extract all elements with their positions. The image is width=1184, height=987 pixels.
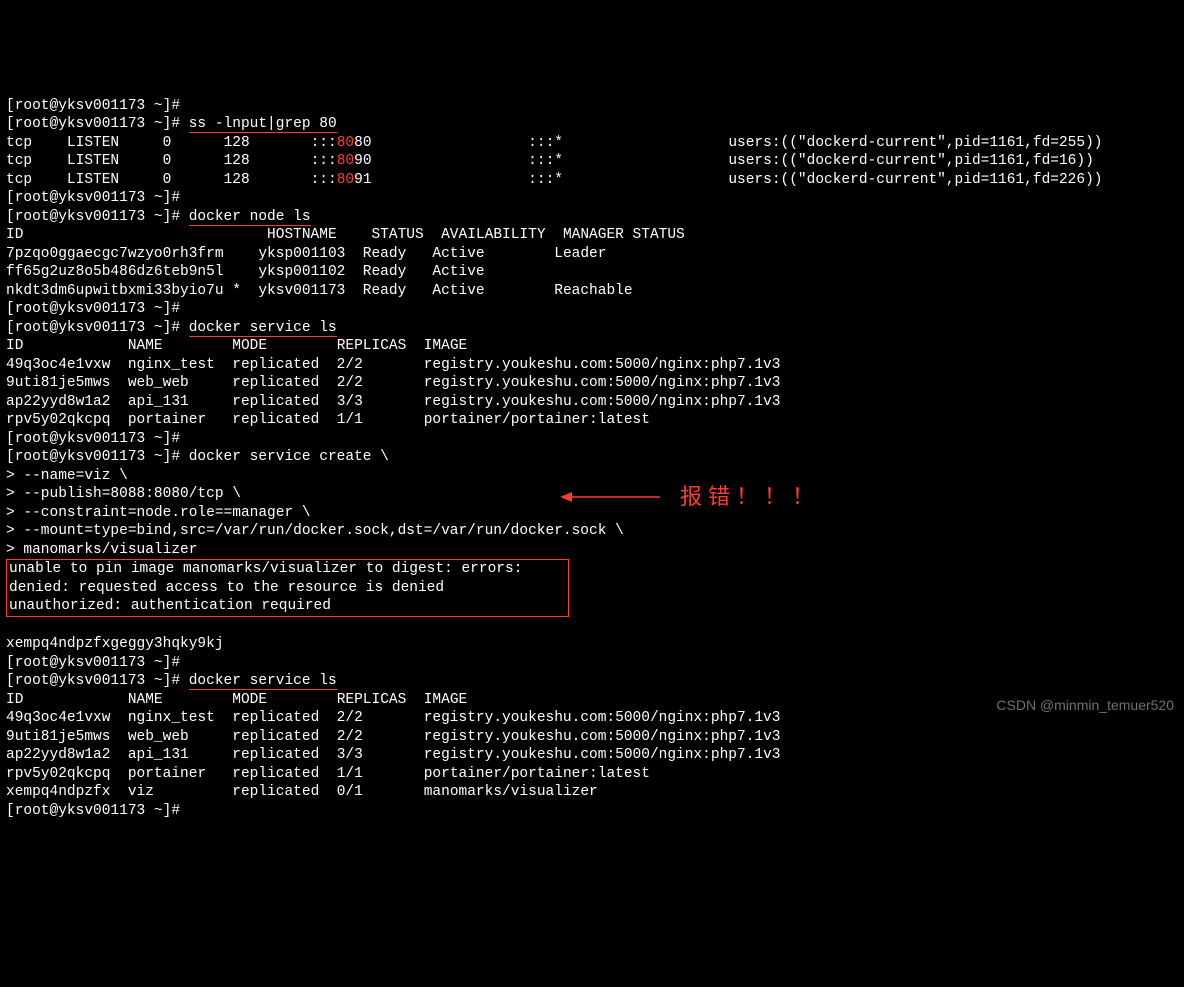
prompt: [root@yksv001173 ~]# — [6, 320, 180, 336]
create-line: > manomarks/visualizer — [6, 542, 197, 558]
svc-row: rpv5y02qkcpq portainer replicated 1/1 po… — [6, 412, 650, 428]
create-line: > --publish=8088:8080/tcp \ — [6, 486, 241, 502]
command-node-ls: docker node ls — [189, 209, 311, 226]
svc-row: ap22yyd8w1a2 api_131 replicated 3/3 regi… — [6, 747, 780, 763]
node-row: ff65g2uz8o5b486dz6teb9n5l yksp001102 Rea… — [6, 264, 554, 280]
svc-row: xempq4ndpzfx viz replicated 0/1 manomark… — [6, 784, 598, 800]
prompt: [root@yksv001173 ~]# — [6, 209, 180, 225]
ss-row: tcp LISTEN 0 128 :::8091 :::* users:(("d… — [6, 172, 1102, 188]
command-service-ls-2: docker service ls — [189, 673, 337, 690]
annotation-arrow: 报错！！！ — [560, 488, 820, 507]
prompt: [root@yksv001173 ~]# — [6, 803, 180, 819]
prompt: [root@yksv001173 ~]# — [6, 98, 180, 114]
svc-row: 9uti81je5mws web_web replicated 2/2 regi… — [6, 375, 780, 391]
error-line: unable to pin image manomarks/visualizer… — [9, 561, 522, 577]
svc-row: ap22yyd8w1a2 api_131 replicated 3/3 regi… — [6, 394, 780, 410]
node-row: nkdt3dm6upwitbxmi33byio7u * yksv001173 R… — [6, 283, 633, 299]
command-ss: ss -lnput|grep 80 — [189, 116, 337, 133]
prompt: [root@yksv001173 ~]# — [6, 673, 180, 689]
error-line: denied: requested access to the resource… — [9, 580, 444, 596]
watermark: CSDN @minmin_temuer520 — [996, 696, 1174, 715]
prompt: [root@yksv001173 ~]# — [6, 431, 180, 447]
create-line: > --constraint=node.role==manager \ — [6, 505, 311, 521]
prompt: [root@yksv001173 ~]# — [6, 116, 180, 132]
node-header: ID HOSTNAME STATUS AVAILABILITY MANAGER … — [6, 227, 685, 243]
error-line: unauthorized: authentication required — [9, 598, 331, 614]
svc-header: ID NAME MODE REPLICAS IMAGE — [6, 692, 467, 708]
node-row: 7pzqo0ggaecgc7wzyo0rh3frm yksp001103 Rea… — [6, 246, 606, 262]
prompt: [root@yksv001173 ~]# — [6, 301, 180, 317]
error-box: unable to pin image manomarks/visualizer… — [6, 559, 569, 617]
svc-row: rpv5y02qkcpq portainer replicated 1/1 po… — [6, 766, 650, 782]
svc-row: 9uti81je5mws web_web replicated 2/2 regi… — [6, 729, 780, 745]
arrow-icon — [560, 489, 660, 505]
svc-row: 49q3oc4e1vxw nginx_test replicated 2/2 r… — [6, 710, 780, 726]
command-create: docker service create \ — [189, 449, 389, 465]
create-line: > --mount=type=bind,src=/var/run/docker.… — [6, 523, 624, 539]
ss-row: tcp LISTEN 0 128 :::8090 :::* users:(("d… — [6, 153, 1094, 169]
ss-row: tcp LISTEN 0 128 :::8080 :::* users:(("d… — [6, 135, 1102, 151]
svc-header: ID NAME MODE REPLICAS IMAGE — [6, 338, 467, 354]
command-service-ls: docker service ls — [189, 320, 337, 337]
created-service-id: xempq4ndpzfxgeggy3hqky9kj — [6, 636, 224, 652]
annotation-label: 报错！！！ — [680, 488, 820, 507]
prompt: [root@yksv001173 ~]# — [6, 655, 180, 671]
prompt: [root@yksv001173 ~]# — [6, 449, 180, 465]
svc-row: 49q3oc4e1vxw nginx_test replicated 2/2 r… — [6, 357, 780, 373]
create-line: > --name=viz \ — [6, 468, 128, 484]
prompt: [root@yksv001173 ~]# — [6, 190, 180, 206]
